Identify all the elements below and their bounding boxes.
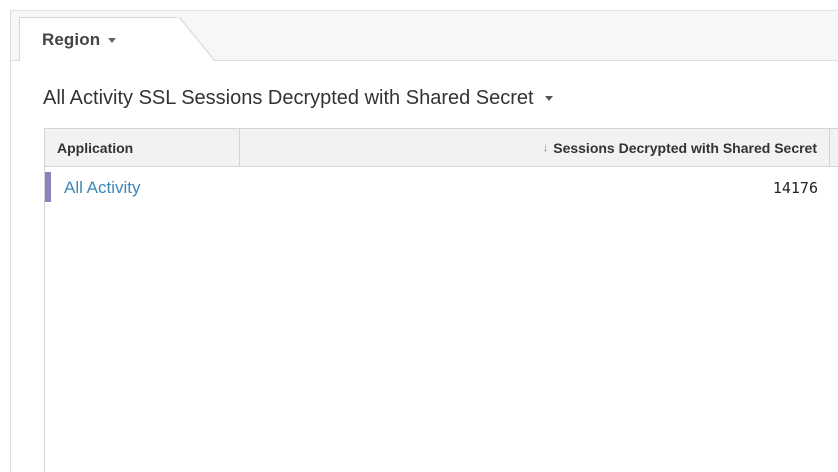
chevron-down-icon[interactable] xyxy=(108,37,117,43)
metric-title-dropdown[interactable]: All Activity SSL Sessions Decrypted with… xyxy=(43,87,553,110)
metric-title: All Activity SSL Sessions Decrypted with… xyxy=(43,87,534,109)
table-row[interactable]: All Activity 14176 xyxy=(45,168,830,208)
tab-edge-decoration xyxy=(177,17,217,61)
column-header-label: Sessions Decrypted with Shared Secret xyxy=(553,139,817,156)
application-link[interactable]: All Activity xyxy=(45,178,240,198)
column-header-label: Application xyxy=(57,139,134,156)
page-canvas: Region All Activity SSL Sessions Decrypt… xyxy=(0,0,838,472)
tab-region[interactable]: Region xyxy=(19,17,179,62)
content-panel: All Activity SSL Sessions Decrypted with… xyxy=(11,61,838,472)
metrics-table: Application ↓ Sessions Decrypted with Sh… xyxy=(44,128,838,472)
sort-down-arrow-icon: ↓ xyxy=(542,141,549,154)
column-header-application[interactable]: Application xyxy=(45,129,240,166)
column-header-filler xyxy=(830,129,838,166)
chevron-down-icon[interactable] xyxy=(544,96,553,101)
sessions-value: 14176 xyxy=(772,179,818,197)
column-header-sessions-decrypted[interactable]: ↓ Sessions Decrypted with Shared Secret xyxy=(240,129,830,166)
tab-strip: Region xyxy=(11,11,838,62)
row-color-marker xyxy=(45,172,51,202)
table-header: Application ↓ Sessions Decrypted with Sh… xyxy=(45,129,838,167)
region-widget: Region All Activity SSL Sessions Decrypt… xyxy=(10,10,838,472)
tab-region-label: Region xyxy=(42,30,101,49)
